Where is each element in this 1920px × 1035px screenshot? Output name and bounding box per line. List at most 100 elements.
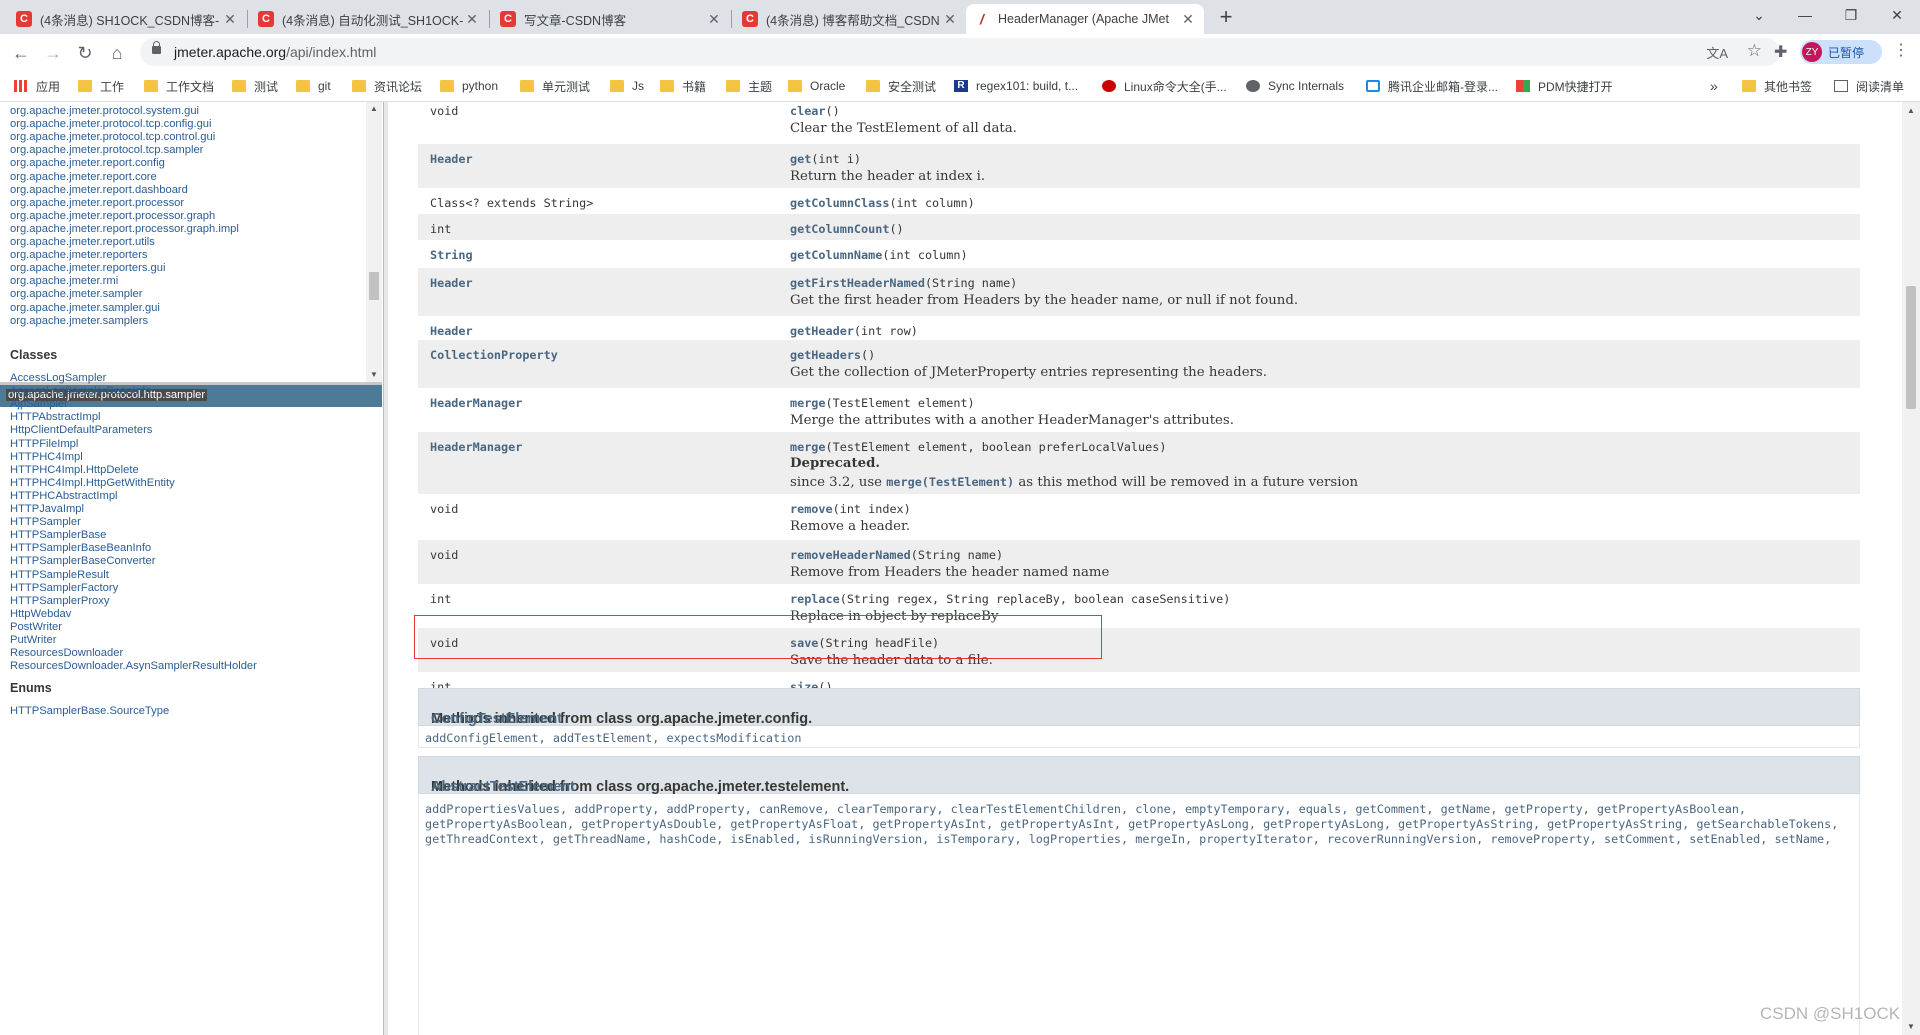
inherited-method-links[interactable]: addConfigElement, addTestElement, expect…: [425, 731, 801, 745]
return-type[interactable]: HeaderManager: [430, 396, 522, 410]
class-link[interactable]: ResourcesDownloader: [10, 647, 123, 659]
class-link[interactable]: HTTPHC4Impl.HttpGetWithEntity: [10, 477, 175, 489]
extensions-puzzle-icon[interactable]: ✚: [1774, 42, 1787, 62]
method-name-link[interactable]: getColumnClass: [790, 196, 889, 210]
class-link[interactable]: HTTPSamplerProxy: [10, 595, 109, 607]
close-icon[interactable]: ✕: [942, 11, 958, 28]
reading-list[interactable]: 阅读清单: [1834, 77, 1904, 95]
class-link[interactable]: HTTPHCAbstractImpl: [10, 490, 118, 502]
translate-icon[interactable]: 文A: [1706, 43, 1728, 62]
class-link[interactable]: HTTPSamplerBase: [10, 529, 106, 541]
method-name-link[interactable]: clear: [790, 104, 826, 118]
bookmark-folder[interactable]: 资讯论坛: [352, 77, 422, 95]
package-link[interactable]: org.apache.jmeter.protocol.tcp.sampler: [10, 144, 203, 156]
package-link[interactable]: org.apache.jmeter.protocol.tcp.control.g…: [10, 131, 215, 143]
bookmark-folder[interactable]: 单元测试: [520, 77, 590, 95]
method-name-link[interactable]: replace: [790, 592, 840, 606]
class-link[interactable]: HTTPSampler: [10, 516, 81, 528]
return-type[interactable]: String: [430, 248, 473, 262]
class-link[interactable]: HTTPHC4Impl: [10, 451, 83, 463]
bookmark-folder[interactable]: git: [296, 77, 331, 95]
window-close-button[interactable]: ✕: [1874, 0, 1920, 30]
scrollbar-thumb[interactable]: [1906, 286, 1916, 409]
bookmark-sync[interactable]: Sync Internals: [1246, 77, 1344, 95]
class-link[interactable]: PutWriter: [10, 634, 56, 646]
method-name-link[interactable]: getColumnName: [790, 248, 882, 262]
bookmark-folder[interactable]: Js: [610, 77, 644, 95]
back-button[interactable]: ←: [8, 40, 34, 66]
class-link[interactable]: HttpClientDefaultParameters: [10, 424, 152, 436]
scroll-up-arrow-icon[interactable]: ▲: [1907, 106, 1915, 115]
package-link[interactable]: org.apache.jmeter.samplers: [10, 315, 148, 327]
enum-link[interactable]: HTTPSamplerBase.SourceType: [10, 705, 169, 717]
return-type[interactable]: CollectionProperty: [430, 348, 558, 362]
return-type[interactable]: Header: [430, 276, 473, 290]
package-link[interactable]: org.apache.jmeter.report.utils: [10, 236, 155, 248]
package-link[interactable]: org.apache.jmeter.reporters: [10, 249, 147, 261]
package-link[interactable]: org.apache.jmeter.report.config: [10, 157, 165, 169]
new-tab-button[interactable]: +: [1214, 4, 1238, 30]
method-name-link[interactable]: remove: [790, 502, 833, 516]
method-name-link[interactable]: merge: [790, 396, 826, 410]
package-link[interactable]: org.apache.jmeter.sampler.gui: [10, 302, 160, 314]
bookmark-folder[interactable]: 书籍: [660, 77, 706, 95]
method-name-link[interactable]: removeHeaderNamed: [790, 548, 911, 562]
method-name-link[interactable]: merge: [790, 440, 826, 454]
tab-search-button[interactable]: ⌄: [1736, 0, 1782, 30]
profile-button[interactable]: ZY 已暂停: [1800, 40, 1882, 64]
method-name-link[interactable]: getHeader: [790, 324, 854, 338]
close-icon[interactable]: ✕: [1180, 11, 1196, 28]
package-link[interactable]: org.apache.jmeter.report.processor: [10, 197, 184, 209]
package-link[interactable]: org.apache.jmeter.report.dashboard: [10, 184, 188, 196]
class-link[interactable]: HTTPJavaImpl: [10, 503, 84, 515]
package-link[interactable]: org.apache.jmeter.protocol.tcp.config.gu…: [10, 118, 212, 130]
return-type[interactable]: Header: [430, 152, 473, 166]
desc-code-link[interactable]: merge(TestElement): [886, 475, 1014, 489]
package-list-scrollbar[interactable]: ▲ ▼: [366, 102, 382, 382]
forward-button[interactable]: →: [40, 40, 66, 66]
method-name-link[interactable]: get: [790, 152, 811, 166]
bookmark-folder[interactable]: 安全测试: [866, 77, 936, 95]
address-bar[interactable]: jmeter.apache.org/api/index.html 文A ☆: [140, 38, 1780, 66]
return-type[interactable]: HeaderManager: [430, 440, 522, 454]
inherited-class-link[interactable]: AbstractTestElement: [431, 779, 575, 795]
bookmark-regex101[interactable]: Rregex101: build, t...: [954, 77, 1078, 95]
class-link[interactable]: HTTPSamplerFactory: [10, 582, 118, 594]
close-icon[interactable]: ✕: [464, 11, 480, 28]
package-link[interactable]: org.apache.jmeter.report.core: [10, 171, 157, 183]
package-link[interactable]: org.apache.jmeter.report.processor.graph…: [10, 223, 239, 235]
bookmark-folder[interactable]: 主题: [726, 77, 772, 95]
minimize-button[interactable]: —: [1782, 0, 1828, 30]
url-text[interactable]: jmeter.apache.org/api/index.html: [174, 44, 376, 60]
maximize-button[interactable]: ❐: [1828, 0, 1874, 30]
class-link[interactable]: HTTPHC4Impl.HttpDelete: [10, 464, 139, 476]
class-link[interactable]: HTTPAbstractImpl: [10, 411, 101, 423]
bookmark-folder[interactable]: 测试: [232, 77, 278, 95]
bookmark-folder[interactable]: python: [440, 77, 498, 95]
main-scrollbar[interactable]: ▲ ▼: [1902, 102, 1920, 1035]
bookmark-apps[interactable]: 应用: [14, 77, 60, 95]
package-link[interactable]: org.apache.jmeter.report.processor.graph: [10, 210, 215, 222]
class-link[interactable]: HTTPFileImpl: [10, 438, 78, 450]
class-link[interactable]: HTTPSamplerBaseConverter: [10, 555, 156, 567]
tab-headermanager[interactable]: / HeaderManager (Apache JMet ✕: [966, 4, 1204, 34]
inherited-class-link[interactable]: ConfigTestElement: [431, 711, 562, 727]
bookmark-folder[interactable]: Oracle: [788, 77, 845, 95]
tab-blog-help[interactable]: C (4条消息) 博客帮助文档_CSDN ✕: [734, 4, 966, 34]
bookmark-linux[interactable]: Linux命令大全(手...: [1102, 77, 1227, 95]
close-icon[interactable]: ✕: [706, 11, 722, 28]
class-link[interactable]: HttpWebdav: [10, 608, 71, 620]
tab-write-article[interactable]: C 写文章-CSDN博客 ✕: [492, 4, 730, 34]
scroll-up-arrow-icon[interactable]: ▲: [370, 104, 378, 113]
scrollbar-thumb[interactable]: [369, 272, 379, 300]
bookmarks-overflow-button[interactable]: »: [1710, 77, 1718, 95]
scroll-down-arrow-icon[interactable]: ▼: [1907, 1022, 1915, 1031]
reload-button[interactable]: ↻: [72, 40, 98, 66]
inherited-method-links[interactable]: getPropertyAsBoolean, getPropertyAsDoubl…: [425, 817, 1838, 831]
return-type[interactable]: Header: [430, 324, 473, 338]
bookmark-pdm[interactable]: PDM快捷打开: [1516, 77, 1613, 95]
inherited-method-links[interactable]: getThreadContext, getThreadName, hashCod…: [425, 832, 1831, 846]
home-button[interactable]: ⌂: [104, 40, 130, 66]
method-name-link[interactable]: getColumnCount: [790, 222, 889, 236]
class-link[interactable]: AccessLogSampler: [10, 372, 106, 384]
